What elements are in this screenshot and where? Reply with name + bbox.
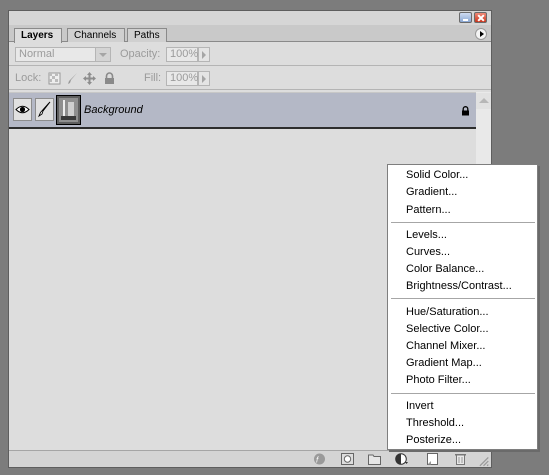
menu-item-pattern[interactable]: Pattern... (406, 202, 451, 218)
lock-icon (462, 106, 469, 116)
scroll-up-button[interactable] (476, 93, 491, 109)
menu-separator (391, 222, 535, 223)
visibility-toggle[interactable] (13, 98, 32, 121)
brush-icon (37, 101, 51, 118)
tab-layers[interactable]: Layers (14, 28, 62, 43)
lock-brush-icon[interactable] (66, 72, 79, 85)
menu-item-color-balance[interactable]: Color Balance... (406, 261, 484, 277)
panel-menu-button[interactable] (475, 28, 487, 40)
menu-item-solid-color[interactable]: Solid Color... (406, 167, 468, 183)
panel-bottom-bar: f (9, 450, 491, 467)
menu-separator (391, 393, 535, 394)
lock-move-icon[interactable] (83, 72, 96, 85)
opacity-label: Opacity: (120, 48, 161, 60)
thumbnail-image-icon (57, 96, 80, 124)
lock-label: Lock: (15, 72, 42, 84)
menu-item-channel-mixer[interactable]: Channel Mixer... (406, 338, 485, 354)
minimize-button[interactable] (459, 12, 472, 23)
fill-slider-arrow[interactable] (198, 71, 210, 86)
menu-item-threshold[interactable]: Threshold... (406, 415, 464, 431)
adjustment-layer-icon[interactable] (395, 453, 408, 465)
menu-item-brightness-contrast[interactable]: Brightness/Contrast... (406, 278, 512, 294)
menu-item-selective-color[interactable]: Selective Color... (406, 321, 489, 337)
lock-transparency-icon[interactable] (48, 72, 61, 85)
menu-item-invert[interactable]: Invert (406, 398, 434, 414)
fill-label: Fill: (144, 72, 162, 84)
tab-channels[interactable]: Channels (67, 28, 125, 42)
menu-item-curves[interactable]: Curves... (406, 244, 450, 260)
close-button[interactable] (474, 12, 487, 23)
resize-grip-icon[interactable] (477, 455, 490, 467)
menu-item-levels[interactable]: Levels... (406, 227, 447, 243)
layer-link-cell[interactable] (35, 98, 54, 121)
menu-item-gradient[interactable]: Gradient... (406, 184, 457, 200)
eye-icon (15, 105, 30, 114)
tab-paths[interactable]: Paths (127, 28, 167, 42)
blend-options-row: Normal Opacity: 100% (9, 44, 491, 66)
trash-icon[interactable] (454, 453, 467, 465)
blend-mode-select[interactable]: Normal (15, 47, 111, 62)
mask-icon[interactable] (341, 453, 354, 465)
opacity-slider-arrow[interactable] (198, 47, 210, 62)
menu-item-gradient-map[interactable]: Gradient Map... (406, 355, 482, 371)
fill-input[interactable]: 100% (166, 71, 198, 86)
layer-thumbnail[interactable] (56, 95, 81, 125)
menu-separator (391, 298, 535, 299)
new-group-icon[interactable] (368, 453, 381, 465)
opacity-input[interactable]: 100% (166, 47, 198, 62)
chevron-down-icon (95, 48, 110, 61)
panel-titlebar (9, 11, 491, 25)
layer-row[interactable]: Background (9, 92, 476, 129)
adjustment-layer-menu: Solid Color... Gradient... Pattern... Le… (387, 164, 538, 450)
lock-options-row: Lock: Fill: 100% (9, 68, 491, 90)
link-icon[interactable]: f (313, 453, 326, 465)
menu-item-photo-filter[interactable]: Photo Filter... (406, 372, 471, 388)
layer-name[interactable]: Background (84, 104, 143, 116)
lock-all-icon[interactable] (103, 72, 116, 85)
new-layer-icon[interactable] (426, 453, 439, 465)
menu-item-posterize[interactable]: Posterize... (406, 432, 461, 448)
tab-bar: Layers Channels Paths (9, 25, 491, 43)
menu-item-hue-saturation[interactable]: Hue/Saturation... (406, 304, 489, 320)
blend-mode-value: Normal (19, 48, 55, 60)
